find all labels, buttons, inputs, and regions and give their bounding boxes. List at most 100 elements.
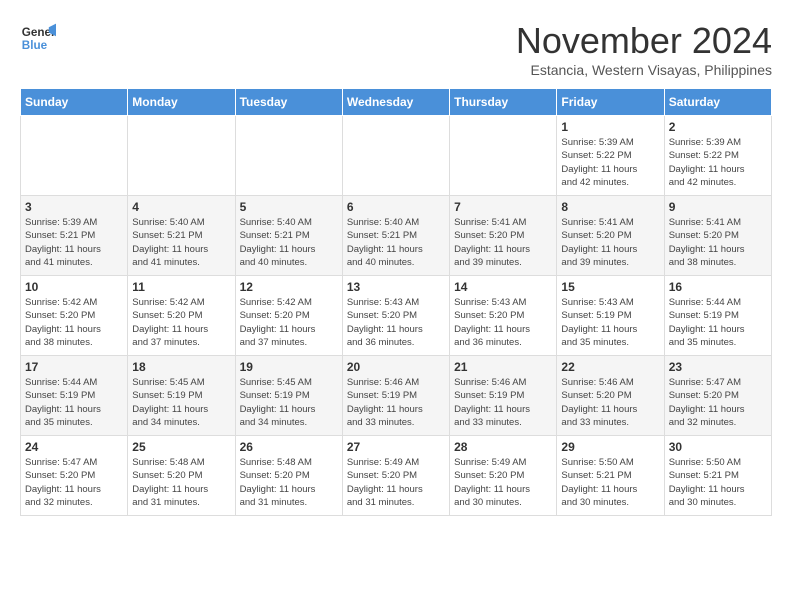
day-number: 21 [454,360,552,374]
calendar-cell: 21 Sunrise: 5:46 AM Sunset: 5:19 PM Dayli… [450,356,557,436]
calendar-header-row: SundayMondayTuesdayWednesdayThursdayFrid… [21,89,772,116]
col-header-friday: Friday [557,89,664,116]
day-info: Sunrise: 5:46 AM Sunset: 5:19 PM Dayligh… [454,376,552,429]
calendar-cell: 22Sunrise: 5:46 AM Sunset: 5:20 PM Dayli… [557,356,664,436]
location: Estancia, Western Visayas, Philippines [516,62,772,78]
calendar-cell [450,116,557,196]
calendar-cell: 11 Sunrise: 5:42 AM Sunset: 5:20 PM Dayli… [128,276,235,356]
calendar-cell: 10 Sunrise: 5:42 AM Sunset: 5:20 PM Dayli… [21,276,128,356]
day-info: Sunrise: 5:43 AM Sunset: 5:20 PM Dayligh… [347,296,445,349]
day-number: 4 [132,200,230,214]
day-info: Sunrise: 5:43 AM Sunset: 5:20 PM Dayligh… [454,296,552,349]
day-number: 11 [132,280,230,294]
col-header-sunday: Sunday [21,89,128,116]
logo-icon: General Blue [20,20,56,56]
calendar-cell: 16 Sunrise: 5:44 AM Sunset: 5:19 PM Dayli… [664,276,771,356]
calendar-table: SundayMondayTuesdayWednesdayThursdayFrid… [20,88,772,516]
day-number: 25 [132,440,230,454]
day-number: 6 [347,200,445,214]
calendar-cell: 7 Sunrise: 5:41 AM Sunset: 5:20 PM Daylig… [450,196,557,276]
calendar-week-row: 17Sunrise: 5:44 AM Sunset: 5:19 PM Dayli… [21,356,772,436]
calendar-cell: 30Sunrise: 5:50 AM Sunset: 5:21 PM Dayli… [664,436,771,516]
svg-text:Blue: Blue [22,39,48,52]
calendar-cell [128,116,235,196]
calendar-cell: 20 Sunrise: 5:46 AM Sunset: 5:19 PM Dayli… [342,356,449,436]
day-info: Sunrise: 5:48 AM Sunset: 5:20 PM Dayligh… [240,456,338,509]
day-number: 3 [25,200,123,214]
day-number: 20 [347,360,445,374]
day-number: 15 [561,280,659,294]
day-info: Sunrise: 5:47 AM Sunset: 5:20 PM Dayligh… [25,456,123,509]
day-info: Sunrise: 5:49 AM Sunset: 5:20 PM Dayligh… [347,456,445,509]
calendar-cell: 2 Sunrise: 5:39 AM Sunset: 5:22 PM Daylig… [664,116,771,196]
day-number: 13 [347,280,445,294]
calendar-cell: 27Sunrise: 5:49 AM Sunset: 5:20 PM Dayli… [342,436,449,516]
calendar-week-row: 10 Sunrise: 5:42 AM Sunset: 5:20 PM Dayli… [21,276,772,356]
day-info: Sunrise: 5:42 AM Sunset: 5:20 PM Dayligh… [132,296,230,349]
day-info: Sunrise: 5:50 AM Sunset: 5:21 PM Dayligh… [561,456,659,509]
calendar-cell [342,116,449,196]
calendar-cell: 19 Sunrise: 5:45 AM Sunset: 5:19 PM Dayli… [235,356,342,436]
day-info: Sunrise: 5:46 AM Sunset: 5:19 PM Dayligh… [347,376,445,429]
day-info: Sunrise: 5:39 AM Sunset: 5:22 PM Dayligh… [669,136,767,189]
calendar-cell: 26 Sunrise: 5:48 AM Sunset: 5:20 PM Dayli… [235,436,342,516]
day-number: 12 [240,280,338,294]
calendar-cell: 8Sunrise: 5:41 AM Sunset: 5:20 PM Daylig… [557,196,664,276]
day-info: Sunrise: 5:48 AM Sunset: 5:20 PM Dayligh… [132,456,230,509]
day-info: Sunrise: 5:49 AM Sunset: 5:20 PM Dayligh… [454,456,552,509]
day-info: Sunrise: 5:42 AM Sunset: 5:20 PM Dayligh… [25,296,123,349]
day-number: 19 [240,360,338,374]
calendar-cell: 28 Sunrise: 5:49 AM Sunset: 5:20 PM Dayli… [450,436,557,516]
day-info: Sunrise: 5:41 AM Sunset: 5:20 PM Dayligh… [669,216,767,269]
calendar-cell: 3Sunrise: 5:39 AM Sunset: 5:21 PM Daylig… [21,196,128,276]
day-number: 22 [561,360,659,374]
calendar-cell: 13 Sunrise: 5:43 AM Sunset: 5:20 PM Dayli… [342,276,449,356]
calendar-cell: 6 Sunrise: 5:40 AM Sunset: 5:21 PM Daylig… [342,196,449,276]
day-info: Sunrise: 5:44 AM Sunset: 5:19 PM Dayligh… [669,296,767,349]
day-info: Sunrise: 5:40 AM Sunset: 5:21 PM Dayligh… [240,216,338,269]
col-header-wednesday: Wednesday [342,89,449,116]
day-number: 1 [561,120,659,134]
day-number: 9 [669,200,767,214]
day-number: 16 [669,280,767,294]
page-header: General Blue November 2024 Estancia, Wes… [20,20,772,78]
calendar-cell [235,116,342,196]
calendar-cell [21,116,128,196]
day-info: Sunrise: 5:44 AM Sunset: 5:19 PM Dayligh… [25,376,123,429]
calendar-cell: 9 Sunrise: 5:41 AM Sunset: 5:20 PM Daylig… [664,196,771,276]
day-info: Sunrise: 5:45 AM Sunset: 5:19 PM Dayligh… [132,376,230,429]
calendar-cell: 18 Sunrise: 5:45 AM Sunset: 5:19 PM Dayli… [128,356,235,436]
day-number: 7 [454,200,552,214]
calendar-cell: 24 Sunrise: 5:47 AM Sunset: 5:20 PM Dayli… [21,436,128,516]
day-number: 26 [240,440,338,454]
day-number: 8 [561,200,659,214]
day-info: Sunrise: 5:43 AM Sunset: 5:19 PM Dayligh… [561,296,659,349]
day-info: Sunrise: 5:45 AM Sunset: 5:19 PM Dayligh… [240,376,338,429]
calendar-week-row: 1 Sunrise: 5:39 AM Sunset: 5:22 PM Daylig… [21,116,772,196]
calendar-cell: 12 Sunrise: 5:42 AM Sunset: 5:20 PM Dayli… [235,276,342,356]
calendar-cell: 4 Sunrise: 5:40 AM Sunset: 5:21 PM Daylig… [128,196,235,276]
calendar-cell: 25 Sunrise: 5:48 AM Sunset: 5:20 PM Dayli… [128,436,235,516]
day-info: Sunrise: 5:41 AM Sunset: 5:20 PM Dayligh… [454,216,552,269]
month-title: November 2024 [516,20,772,62]
col-header-saturday: Saturday [664,89,771,116]
calendar-cell: 23 Sunrise: 5:47 AM Sunset: 5:20 PM Dayli… [664,356,771,436]
day-info: Sunrise: 5:40 AM Sunset: 5:21 PM Dayligh… [132,216,230,269]
day-info: Sunrise: 5:39 AM Sunset: 5:22 PM Dayligh… [561,136,659,189]
day-number: 2 [669,120,767,134]
col-header-monday: Monday [128,89,235,116]
day-info: Sunrise: 5:50 AM Sunset: 5:21 PM Dayligh… [669,456,767,509]
day-info: Sunrise: 5:42 AM Sunset: 5:20 PM Dayligh… [240,296,338,349]
title-block: November 2024 Estancia, Western Visayas,… [516,20,772,78]
logo: General Blue [20,20,56,56]
day-number: 28 [454,440,552,454]
day-number: 23 [669,360,767,374]
day-number: 24 [25,440,123,454]
calendar-week-row: 3Sunrise: 5:39 AM Sunset: 5:21 PM Daylig… [21,196,772,276]
day-info: Sunrise: 5:40 AM Sunset: 5:21 PM Dayligh… [347,216,445,269]
calendar-week-row: 24 Sunrise: 5:47 AM Sunset: 5:20 PM Dayli… [21,436,772,516]
day-number: 18 [132,360,230,374]
day-number: 14 [454,280,552,294]
day-number: 10 [25,280,123,294]
day-info: Sunrise: 5:47 AM Sunset: 5:20 PM Dayligh… [669,376,767,429]
